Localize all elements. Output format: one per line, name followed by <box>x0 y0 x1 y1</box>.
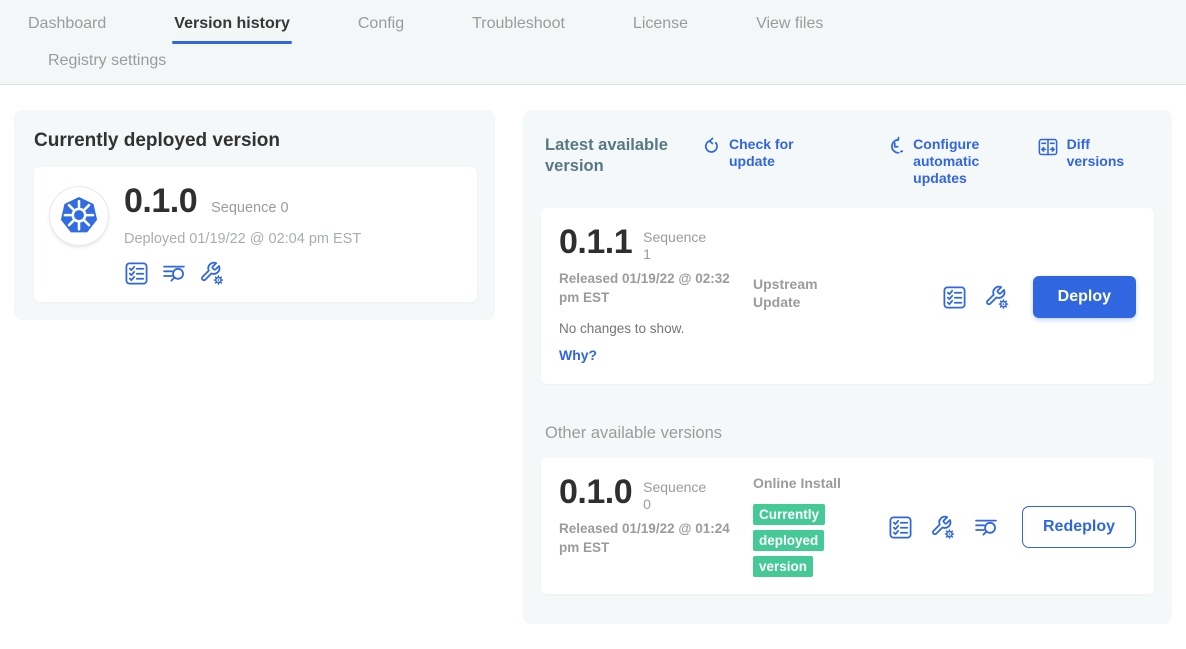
tab-config[interactable]: Config <box>358 15 404 44</box>
version-line: 0.1.1 Sequence 1 <box>559 224 749 263</box>
tab-dashboard[interactable]: Dashboard <box>28 15 106 44</box>
diff-panels-icon <box>1037 136 1059 158</box>
preflight-checklist-icon[interactable] <box>888 515 913 540</box>
currently-deployed-panel: Currently deployed version 0.1.0 Sequenc… <box>14 110 495 320</box>
deploy-logs-icon[interactable] <box>162 261 187 286</box>
latest-sequence: Sequence 1 <box>643 224 709 263</box>
tab-version-history[interactable]: Version history <box>174 15 290 44</box>
deployed-card-body: 0.1.0 Sequence 0 Deployed 01/19/22 @ 02:… <box>124 179 461 286</box>
preflight-checklist-icon[interactable] <box>942 285 967 310</box>
deploy-logs-icon[interactable] <box>974 515 999 540</box>
version-line: 0.1.0 Sequence 0 <box>124 183 461 220</box>
check-for-update-link[interactable]: Check for update <box>701 136 839 170</box>
tab-registry-settings[interactable]: Registry settings <box>48 52 166 70</box>
config-wrench-gear-icon[interactable] <box>985 285 1010 310</box>
diff-versions-label: Diff versions <box>1067 136 1148 170</box>
config-wrench-gear-icon[interactable] <box>931 515 956 540</box>
app-nav: Dashboard Version history Config Trouble… <box>0 0 1186 85</box>
deployed-version-number: 0.1.0 <box>124 183 197 220</box>
other-versions-heading: Other available versions <box>545 424 1152 443</box>
configure-automatic-updates-link[interactable]: Configure automatic updates <box>885 136 1036 187</box>
preflight-checklist-icon[interactable] <box>124 261 149 286</box>
other-version-info: 0.1.0 Sequence 0 Released 01/19/22 @ 01:… <box>559 474 749 580</box>
other-version-controls: Redeploy <box>888 474 1136 580</box>
nav-row-primary: Dashboard Version history Config Trouble… <box>0 15 1186 44</box>
latest-version-controls: Deploy <box>942 224 1136 370</box>
why-link[interactable]: Why? <box>559 347 597 363</box>
tab-view-files[interactable]: View files <box>756 15 823 44</box>
schedule-refresh-icon <box>885 136 905 156</box>
tab-license[interactable]: License <box>633 15 688 44</box>
check-for-update-label: Check for update <box>729 136 839 170</box>
deployed-timestamp: Deployed 01/19/22 @ 02:04 pm EST <box>124 231 461 247</box>
latest-version-heading: Latest available version <box>545 135 695 176</box>
kubernetes-logo <box>50 187 108 245</box>
tab-troubleshoot[interactable]: Troubleshoot <box>472 15 565 44</box>
latest-changes-text: No changes to show. <box>559 321 749 336</box>
redeploy-button[interactable]: Redeploy <box>1022 506 1136 548</box>
deploy-button[interactable]: Deploy <box>1033 276 1136 318</box>
diff-versions-link[interactable]: Diff versions <box>1037 136 1148 170</box>
latest-version-number: 0.1.1 <box>559 224 632 263</box>
deployed-actions <box>124 261 461 286</box>
currently-deployed-title: Currently deployed version <box>34 130 477 152</box>
other-version-source: Online Install Currently deployed versio… <box>753 474 853 580</box>
latest-version-info: 0.1.1 Sequence 1 Released 01/19/22 @ 02:… <box>559 224 749 370</box>
other-sequence: Sequence 0 <box>643 474 709 513</box>
other-version-number: 0.1.0 <box>559 474 632 513</box>
refresh-arrow-icon <box>701 136 721 156</box>
badge-container: Currently deployed version <box>753 502 837 580</box>
latest-version-header: Latest available version Check for updat… <box>545 135 1152 187</box>
latest-released-timestamp: Released 01/19/22 @ 02:32 pm EST <box>559 270 739 308</box>
other-released-timestamp: Released 01/19/22 @ 01:24 pm EST <box>559 520 739 558</box>
nav-row-secondary: Registry settings <box>0 52 1186 84</box>
currently-deployed-badge: Currently deployed version <box>753 504 825 577</box>
version-history-page: Currently deployed version 0.1.0 Sequenc… <box>0 85 1186 649</box>
configure-automatic-updates-label: Configure automatic updates <box>913 136 1036 187</box>
deployed-sequence: Sequence 0 <box>211 200 288 216</box>
config-wrench-gear-icon[interactable] <box>200 261 225 286</box>
version-actions: Check for update Configure automatic upd… <box>701 135 1152 187</box>
latest-version-source: Upstream Update <box>753 224 853 370</box>
online-install-label: Online Install <box>753 474 841 492</box>
version-line: 0.1.0 Sequence 0 <box>559 474 749 513</box>
currently-deployed-card: 0.1.0 Sequence 0 Deployed 01/19/22 @ 02:… <box>34 167 477 302</box>
available-versions-panel: Latest available version Check for updat… <box>523 110 1172 624</box>
upstream-update-label: Upstream Update <box>753 275 841 311</box>
latest-version-card: 0.1.1 Sequence 1 Released 01/19/22 @ 02:… <box>541 208 1154 384</box>
other-version-card: 0.1.0 Sequence 0 Released 01/19/22 @ 01:… <box>541 458 1154 594</box>
